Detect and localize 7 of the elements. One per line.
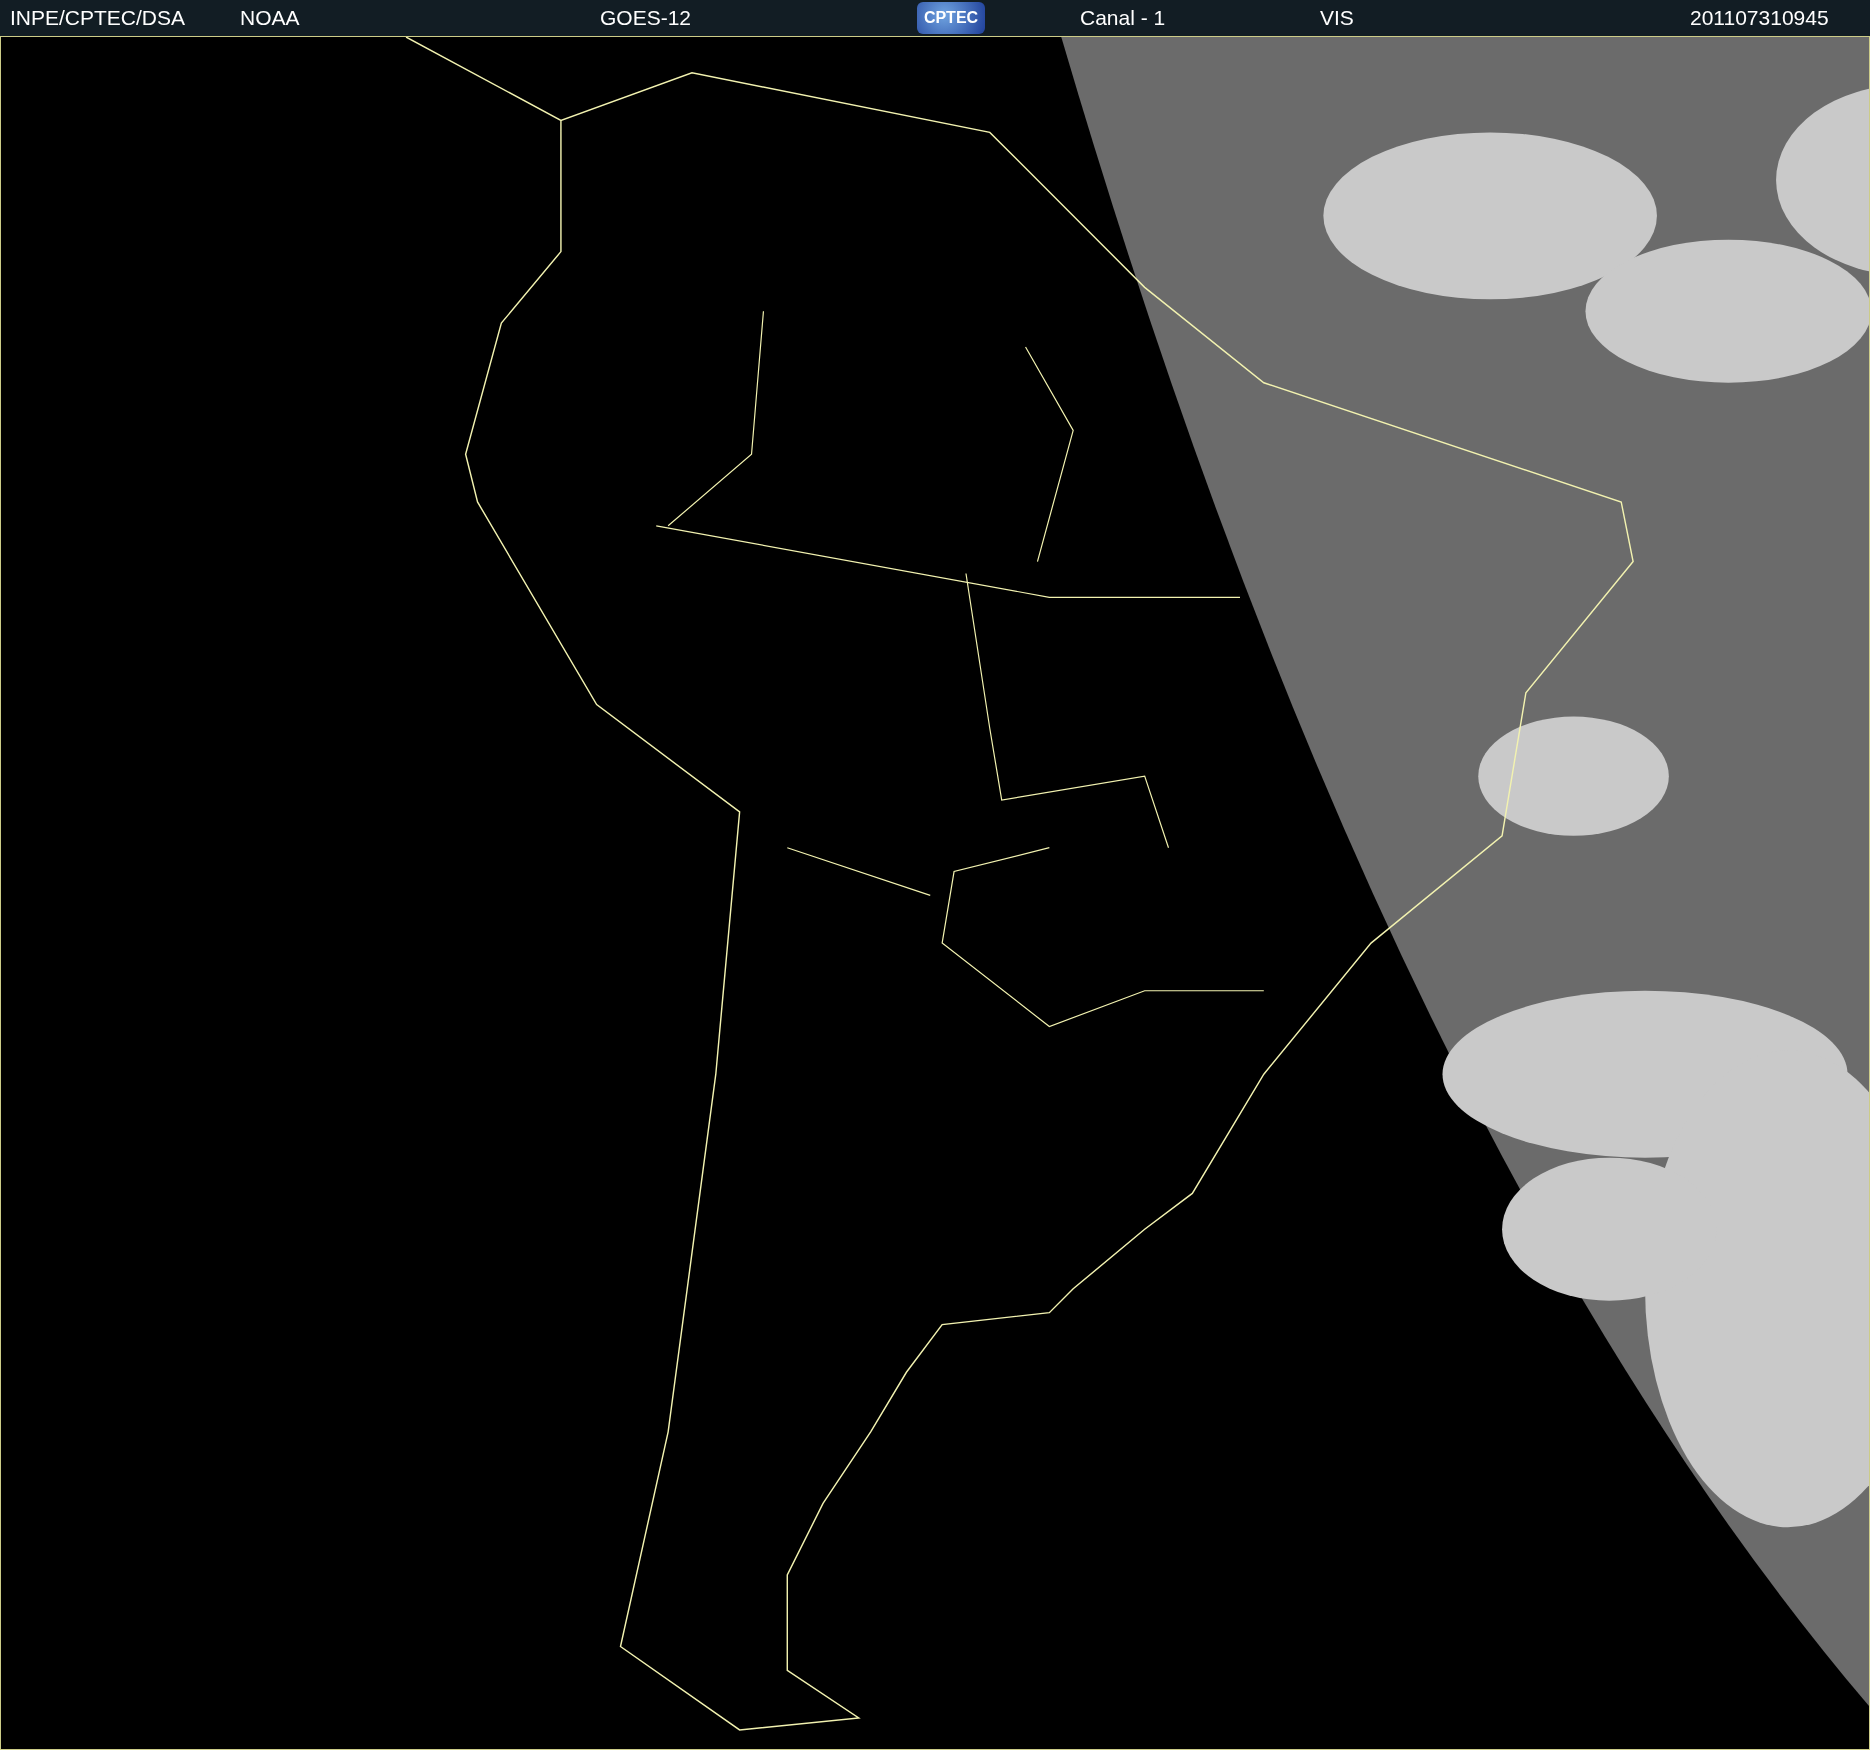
header-label: GOES-12 [600,6,692,30]
logo: CPTEC [917,2,985,34]
header-label: INPE/CPTEC/DSA [10,6,186,30]
header-label: VIS [1320,6,1354,30]
header-label: NOAA [240,6,300,30]
header-label: 201107310945 [1690,6,1829,30]
header-label: Canal - 1 [1080,6,1166,30]
